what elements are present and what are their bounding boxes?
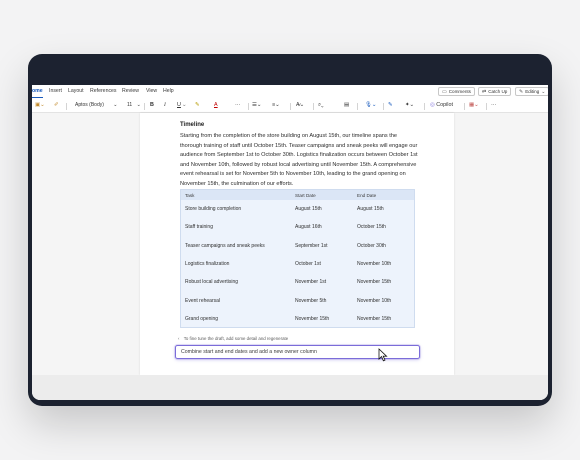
toolbar-divider [66, 103, 67, 110]
header-task: Task [185, 192, 195, 198]
cell-start-date: November 15th [295, 315, 330, 322]
timeline-paragraph[interactable]: Starting from the completion of the stor… [180, 132, 418, 190]
font-size-dropdown[interactable]: 11 ⌄ [127, 102, 141, 110]
copilot-hint: ‹ To fine tune the draft, add some detai… [178, 336, 288, 341]
font-name-value: Aptos (Body) [75, 102, 104, 108]
align-icon[interactable]: ≡⌄ [272, 102, 280, 108]
chevron-left-icon[interactable]: ‹ [178, 336, 179, 341]
font-color-icon[interactable]: A [214, 102, 218, 108]
ribbon-tabs: ome Insert Layout References Review View… [32, 85, 548, 99]
cell-start-date: August 16th [295, 224, 322, 231]
underline-button[interactable]: U [177, 102, 181, 108]
search-icon[interactable]: ⌕⌄ [318, 102, 324, 109]
tab-layout[interactable]: Layout [68, 88, 84, 94]
toolbar-divider [383, 103, 384, 110]
editing-mode-button[interactable]: ✎ Editing ⌄ [515, 87, 548, 96]
cell-task: Staff training [185, 224, 213, 231]
toolbar-divider [290, 103, 291, 110]
pencil-icon: ✎ [519, 88, 524, 95]
more-formatting-button[interactable]: ··· [235, 102, 240, 108]
font-name-dropdown[interactable]: Aptos (Body) ⌄ [75, 102, 118, 110]
tab-references[interactable]: References [90, 88, 117, 94]
comments-button[interactable]: ▭ Comments [438, 87, 475, 96]
designer-icon[interactable]: ✦⌄ [405, 102, 414, 108]
chevron-down-icon: ⌄ [113, 102, 118, 108]
word-window: ome Insert Layout References Review View… [32, 85, 548, 400]
comments-label: Comments [448, 89, 471, 94]
tab-insert[interactable]: Insert [49, 88, 62, 94]
tab-help[interactable]: Help [163, 88, 174, 94]
chevron-down-icon: ⌄ [541, 88, 546, 95]
catch-up-label: Catch Up [488, 89, 508, 94]
more-options-button[interactable]: ··· [491, 102, 496, 108]
cell-end-date: November 10th [357, 260, 392, 267]
cell-task: Store building completion [185, 206, 242, 212]
header-end-date: End Date [357, 192, 377, 198]
cell-start-date: September 1st [295, 242, 328, 249]
toolbar-divider [424, 103, 425, 110]
toolbar-divider [248, 103, 249, 110]
tab-home[interactable]: ome [32, 88, 43, 94]
toolbar-divider [313, 103, 314, 110]
document-canvas: Timeline Starting from the completion of… [32, 113, 548, 375]
cell-end-date: November 15th [357, 279, 392, 286]
dictate-icon[interactable]: 🎙⌄ [365, 102, 376, 108]
cell-start-date: October 1st [295, 260, 321, 267]
header-start-date: Start Date [295, 192, 316, 198]
bold-button[interactable]: B [150, 102, 154, 108]
tab-view[interactable]: View [146, 88, 157, 94]
table-header-row: Task Start Date End Date [181, 190, 414, 200]
mouse-cursor-icon [378, 348, 388, 362]
italic-button[interactable]: I [164, 102, 166, 108]
highlight-icon[interactable]: ✎ [195, 102, 200, 108]
copilot-button[interactable]: ◎ Copilot [430, 102, 453, 108]
editing-label: Editing [525, 89, 540, 94]
cell-task: Teaser campaigns and sneak peeks [185, 242, 265, 249]
toolbar-divider [144, 103, 145, 110]
catch-up-icon: ⇄ [482, 88, 487, 95]
bullets-icon[interactable]: ☰⌄ [252, 102, 261, 108]
styles-icon[interactable]: A̷⌄ [296, 102, 304, 108]
chevron-down-icon: ⌄ [182, 102, 187, 108]
cell-end-date: October 30th [357, 242, 386, 249]
cell-task: Grand opening [185, 315, 219, 322]
cell-task: Event rehearsal [185, 297, 221, 304]
cell-task: Robust local advertising [185, 279, 239, 286]
cell-task: Logistics finalization [185, 260, 230, 267]
copilot-hint-text: To fine tune the draft, add some detail … [183, 336, 289, 341]
review-icon[interactable]: ▤ [344, 102, 349, 108]
font-size-value: 11 [127, 102, 133, 108]
catch-up-button[interactable]: ⇄ Catch Up [478, 87, 512, 96]
toolbar-divider [486, 103, 487, 110]
paste-icon[interactable]: ▣⌄ [35, 102, 45, 108]
toolbar-divider [464, 103, 465, 110]
chevron-down-icon: ⌄ [136, 102, 141, 108]
formatting-toolbar: ▣⌄ ✐ Aptos (Body) ⌄ 11 ⌄ B I U ⌄ ✎ A ···… [32, 99, 548, 113]
toolbar-divider [357, 103, 358, 110]
section-heading: Timeline [180, 122, 205, 128]
editor-icon[interactable]: ✎ [388, 102, 393, 108]
active-tab-indicator [32, 97, 43, 99]
cell-end-date: October 15th [357, 224, 386, 231]
cell-start-date: November 1st [295, 279, 327, 286]
copilot-label: Copilot [436, 102, 453, 108]
comment-icon: ▭ [442, 88, 447, 95]
canvas-bottom [32, 375, 548, 400]
cell-end-date: November 10th [357, 297, 392, 304]
cell-start-date: August 15th [295, 206, 322, 212]
cell-end-date: August 15th [357, 206, 384, 212]
timeline-table[interactable]: Task Start Date End Date Store building … [180, 189, 415, 328]
table-grid-icon[interactable]: ▦⌄ [469, 102, 479, 108]
copilot-icon: ◎ [430, 102, 435, 108]
format-painter-icon[interactable]: ✐ [54, 102, 59, 108]
cell-end-date: November 15th [357, 315, 392, 322]
cell-start-date: November 5th [295, 297, 327, 304]
copilot-prompt-value: Combine start and end dates and add a ne… [181, 349, 317, 356]
document-page: Timeline Starting from the completion of… [140, 113, 454, 375]
tab-review[interactable]: Review [122, 88, 139, 94]
